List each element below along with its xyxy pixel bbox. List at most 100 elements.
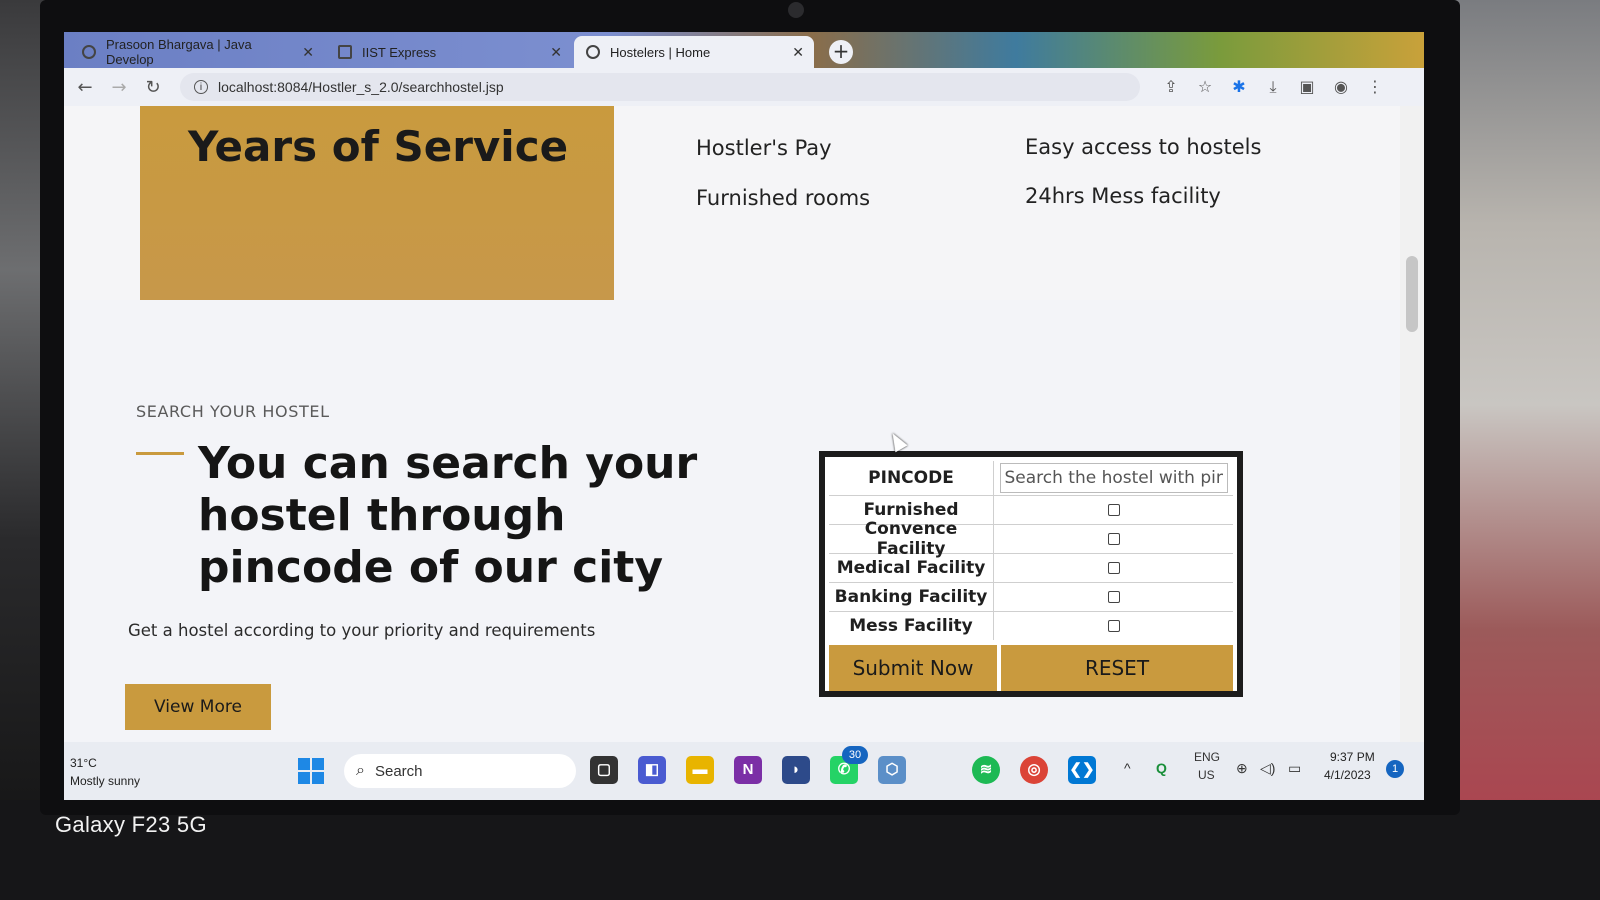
option-cell bbox=[994, 525, 1233, 553]
webcam bbox=[788, 2, 804, 18]
image-icon bbox=[338, 45, 352, 59]
accent-dash bbox=[136, 452, 184, 455]
task-view-icon[interactable]: ▢ bbox=[590, 756, 618, 784]
windows-taskbar: 31°C Mostly sunny ⌕ Search ▢ ◧ ▬ N ◗ ✆ 3… bbox=[64, 742, 1424, 800]
laptop-screen: Prasoon Bhargava | Java Develop ✕ IIST E… bbox=[64, 32, 1424, 800]
option-label: Convence Facility bbox=[829, 519, 994, 559]
globe-icon bbox=[82, 45, 96, 59]
feature-easy-access: Easy access to hostels bbox=[1025, 135, 1262, 159]
spotify-icon[interactable]: ≋ bbox=[972, 756, 1000, 784]
medical-facility-checkbox[interactable] bbox=[1107, 562, 1120, 574]
years-title: Years of Service bbox=[188, 122, 569, 171]
close-icon[interactable]: ✕ bbox=[302, 44, 314, 61]
option-row-banking: Banking Facility bbox=[829, 583, 1233, 612]
photo-background-left bbox=[0, 0, 45, 900]
clock-date[interactable]: 4/1/2023 bbox=[1324, 768, 1371, 782]
mess-facility-checkbox[interactable] bbox=[1107, 620, 1120, 632]
language-indicator[interactable]: ENG bbox=[1194, 750, 1220, 764]
scrollbar-thumb[interactable] bbox=[1406, 256, 1418, 332]
page-viewport: Years of Service Hostler's Pay Easy acce… bbox=[64, 106, 1400, 742]
globe-icon bbox=[586, 45, 600, 59]
services-band: Years of Service Hostler's Pay Easy acce… bbox=[64, 106, 1400, 300]
volume-icon[interactable]: ◁) bbox=[1260, 760, 1275, 777]
taskbar-search[interactable]: ⌕ Search bbox=[344, 754, 576, 788]
page-scrollbar[interactable] bbox=[1400, 106, 1424, 742]
feature-mess-facility: 24hrs Mess facility bbox=[1025, 184, 1221, 208]
sidepanel-icon[interactable]: ▣ bbox=[1298, 77, 1316, 97]
share-icon[interactable]: ⇪ bbox=[1162, 77, 1180, 97]
notification-badge[interactable]: 1 bbox=[1386, 760, 1404, 778]
option-label: Mess Facility bbox=[829, 612, 994, 640]
clock-time[interactable]: 9:37 PM bbox=[1330, 750, 1375, 764]
option-row-mess: Mess Facility bbox=[829, 612, 1233, 640]
browser-tab-2[interactable]: IIST Express ✕ bbox=[326, 36, 572, 68]
option-label: Medical Facility bbox=[829, 554, 994, 582]
netbeans-icon[interactable]: ◗ bbox=[782, 756, 810, 784]
pincode-label: PINCODE bbox=[829, 461, 994, 495]
furnished-checkbox[interactable] bbox=[1107, 504, 1120, 516]
reload-icon[interactable]: ↻ bbox=[140, 77, 166, 98]
star-icon[interactable]: ☆ bbox=[1196, 77, 1214, 97]
q-app-tray-icon[interactable]: Q bbox=[1156, 760, 1167, 776]
extensions-icon[interactable]: ✱ bbox=[1230, 77, 1248, 97]
pincode-row: PINCODE bbox=[829, 461, 1233, 496]
chevron-up-icon[interactable]: ^ bbox=[1124, 760, 1131, 776]
section-label: SEARCH YOUR HOSTEL bbox=[136, 402, 330, 421]
download-icon[interactable]: ⤓ bbox=[1264, 77, 1282, 97]
pincode-input[interactable] bbox=[999, 463, 1228, 493]
option-cell bbox=[994, 612, 1233, 640]
region-indicator[interactable]: US bbox=[1198, 768, 1215, 782]
weather-temp[interactable]: 31°C bbox=[70, 756, 97, 770]
profile-avatar-icon[interactable]: ◉ bbox=[1332, 77, 1350, 97]
browser-toolbar: ← → ↻ i localhost:8084/Hostler_s_2.0/sea… bbox=[64, 68, 1424, 106]
option-row-medical: Medical Facility bbox=[829, 554, 1233, 583]
option-cell bbox=[994, 496, 1233, 524]
option-row-convence: Convence Facility bbox=[829, 519, 1233, 559]
menu-kebab-icon[interactable]: ⋮ bbox=[1366, 77, 1384, 97]
view-more-button[interactable]: View More bbox=[125, 684, 271, 730]
browser-tab-3-active[interactable]: Hostelers | Home ✕ bbox=[574, 36, 814, 68]
close-icon[interactable]: ✕ bbox=[792, 44, 804, 61]
tab-title: Prasoon Bhargava | Java Develop bbox=[105, 37, 252, 67]
search-subtext: Get a hostel according to your priority … bbox=[128, 621, 596, 640]
submit-button[interactable]: Submit Now bbox=[829, 645, 997, 691]
url-text: localhost:8084/Hostler_s_2.0/searchhoste… bbox=[218, 79, 504, 95]
info-icon[interactable]: i bbox=[194, 80, 208, 94]
toolbar-icons: ⇪ ☆ ✱ ⤓ ▣ ◉ ⋮ bbox=[1162, 77, 1384, 97]
browser-tab-1[interactable]: Prasoon Bhargava | Java Develop ✕ bbox=[70, 36, 324, 68]
whatsapp-badge: 30 bbox=[842, 746, 868, 764]
photo-background-right bbox=[1450, 0, 1600, 900]
photo-background-bottom bbox=[0, 800, 1600, 900]
reset-button[interactable]: RESET bbox=[1001, 645, 1233, 691]
chrome-icon[interactable]: ◎ bbox=[1020, 756, 1048, 784]
taskbar-search-label: Search bbox=[374, 762, 423, 780]
tab-title: Hostelers | Home bbox=[610, 44, 711, 60]
close-icon[interactable]: ✕ bbox=[550, 44, 562, 61]
option-label: Banking Facility bbox=[829, 583, 994, 611]
new-tab-button[interactable]: + bbox=[829, 40, 853, 64]
windows-start-icon[interactable] bbox=[298, 758, 324, 784]
onenote-icon[interactable]: N bbox=[734, 756, 762, 784]
weather-desc[interactable]: Mostly sunny bbox=[70, 774, 140, 788]
convence-facility-checkbox[interactable] bbox=[1107, 533, 1120, 545]
forward-arrow-icon[interactable]: → bbox=[106, 77, 132, 98]
vscode-icon[interactable]: ❮❯ bbox=[1068, 756, 1096, 784]
browser-tab-strip: Prasoon Bhargava | Java Develop ✕ IIST E… bbox=[64, 32, 1424, 68]
banking-facility-checkbox[interactable] bbox=[1107, 591, 1120, 603]
mouse-cursor-icon bbox=[886, 429, 908, 453]
option-cell bbox=[994, 554, 1233, 582]
search-headline: You can search your hostel through pinco… bbox=[198, 438, 698, 593]
search-icon: ⌕ bbox=[356, 762, 365, 779]
chat-icon[interactable]: ◧ bbox=[638, 756, 666, 784]
virtualbox-icon[interactable]: ⬡ bbox=[878, 756, 906, 784]
phone-watermark: Galaxy F23 5G bbox=[55, 812, 207, 837]
feature-furnished-rooms: Furnished rooms bbox=[696, 186, 871, 210]
option-cell bbox=[994, 583, 1233, 611]
file-explorer-icon[interactable]: ▬ bbox=[686, 756, 714, 784]
battery-icon[interactable]: ▭ bbox=[1288, 760, 1301, 777]
years-of-service-card: Years of Service bbox=[140, 106, 614, 300]
network-icon[interactable]: ⊕ bbox=[1236, 760, 1248, 777]
back-arrow-icon[interactable]: ← bbox=[72, 77, 98, 98]
feature-hostlers-pay: Hostler's Pay bbox=[696, 136, 832, 160]
address-bar[interactable]: i localhost:8084/Hostler_s_2.0/searchhos… bbox=[180, 73, 1140, 101]
